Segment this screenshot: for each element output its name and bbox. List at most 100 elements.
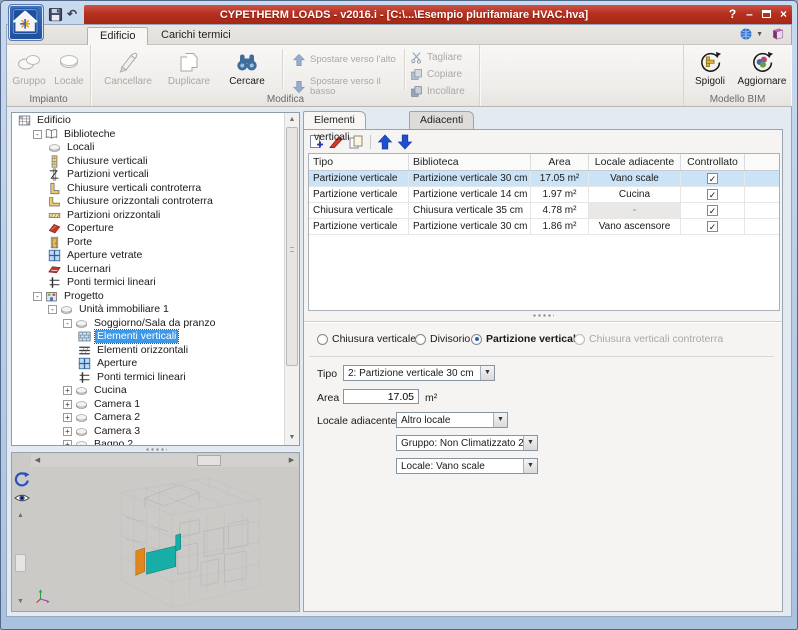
panel-tab-adiacenti[interactable]: Adiacenti [409, 111, 474, 129]
spostare-alto-button[interactable]: Spostare verso l'alto [288, 48, 406, 72]
tree-item-cucina[interactable]: +Cucina [12, 384, 283, 398]
tree-item-camera-3[interactable]: +Camera 3 [12, 425, 283, 439]
tree-item-porte[interactable]: Porte [12, 236, 283, 250]
vano-select[interactable]: Locale: Vano scale ▼ [396, 458, 538, 474]
tree-item-progetto[interactable]: -Progetto [12, 290, 283, 304]
expand-icon[interactable]: + [63, 413, 72, 422]
tree-item-bagno-2[interactable]: +Bagno 2 [12, 438, 283, 445]
area-input[interactable] [343, 389, 419, 404]
controllato-checkbox[interactable] [707, 221, 718, 232]
aggiornare-button[interactable]: Aggiornare [736, 47, 788, 93]
scroll-down-icon[interactable]: ▼ [285, 431, 299, 445]
panel-tab-elementi-verticali[interactable]: Elementi verticali [303, 111, 366, 129]
tree-item-camera-2[interactable]: +Camera 2 [12, 411, 283, 425]
tree-item-chiusure-verticali[interactable]: Chiusure verticali [12, 155, 283, 169]
column-header-blank[interactable] [745, 154, 779, 170]
tree-item-partizioni-verticali[interactable]: Partizioni verticali [12, 168, 283, 182]
tree-item-aperture[interactable]: Aperture [12, 357, 283, 371]
column-header-controllato[interactable]: Controllato [681, 154, 745, 170]
column-header-biblioteca[interactable]: Biblioteca [409, 154, 531, 170]
collapse-icon[interactable]: - [33, 292, 42, 301]
collapse-icon[interactable]: - [48, 305, 57, 314]
viewport-v-scrollbar[interactable]: ▲ ▼ [14, 509, 27, 609]
tree-item-edificio[interactable]: Edificio [12, 114, 283, 128]
tab-carichi-termici[interactable]: Carichi termici [149, 27, 243, 45]
panel-splitter[interactable] [304, 312, 782, 318]
minimize-button[interactable]: – [741, 5, 758, 24]
expand-icon[interactable]: + [63, 386, 72, 395]
scroll-down-icon[interactable]: ▼ [14, 595, 27, 609]
tree-item-ponti-termici-lineari[interactable]: Ponti termici lineari [12, 276, 283, 290]
tree-item-elementi-verticali[interactable]: Elementi verticali [12, 330, 283, 344]
eye-icon[interactable] [14, 490, 30, 506]
help-book-icon[interactable] [771, 27, 785, 41]
building-wireframe-model[interactable] [50, 469, 286, 612]
locale-adiacente-select[interactable]: Altro locale ▼ [396, 412, 508, 428]
controllato-checkbox[interactable] [707, 205, 718, 216]
table-row[interactable]: Chiusura verticaleChiusura verticale 35 … [309, 203, 779, 219]
move-down-icon[interactable] [397, 134, 413, 150]
tree-item-coperture[interactable]: Coperture [12, 222, 283, 236]
move-up-icon[interactable] [377, 134, 393, 150]
app-menu-button[interactable] [8, 4, 44, 41]
radio-divisorio[interactable]: Divisorio [415, 333, 470, 345]
tab-edificio[interactable]: Edificio [87, 27, 148, 45]
viewport-v-thumb[interactable] [15, 554, 26, 572]
tree-item-chiusure-verticali-controterra[interactable]: Chiusure verticali controterra [12, 182, 283, 196]
scroll-up-icon[interactable]: ▲ [14, 509, 27, 523]
globe-icon[interactable] [739, 27, 753, 41]
copiare-button[interactable]: Copiare [410, 67, 482, 82]
tree-item-camera-1[interactable]: +Camera 1 [12, 398, 283, 412]
thermal-icon [78, 371, 91, 384]
column-header-locale-adiacente[interactable]: Locale adiacente [589, 154, 681, 170]
tree-item-unit-immobiliare-1[interactable]: -Unità immobiliare 1 [12, 303, 283, 317]
tree-scroll-thumb[interactable] [286, 127, 298, 366]
spigoli-button[interactable]: Spigoli [688, 47, 732, 93]
tree-item-partizioni-orizzontali[interactable]: Partizioni orizzontali [12, 209, 283, 223]
rotate-icon[interactable] [14, 471, 30, 487]
expand-icon[interactable]: + [63, 427, 72, 436]
gruppo-button[interactable]: Gruppo [10, 47, 48, 93]
maximize-button[interactable] [758, 5, 775, 24]
scroll-up-icon[interactable]: ▲ [285, 113, 299, 127]
expand-icon[interactable]: + [63, 400, 72, 409]
table-row[interactable]: Partizione verticalePartizione verticale… [309, 171, 779, 187]
help-button[interactable]: ? [724, 5, 741, 24]
tagliare-button[interactable]: Tagliare [410, 50, 482, 65]
collapse-icon[interactable]: - [63, 319, 72, 328]
expand-icon[interactable]: + [63, 440, 72, 445]
collapse-icon[interactable]: - [33, 130, 42, 139]
tree-item-soggiorno-sala-da-pranzo[interactable]: -Soggiorno/Sala da pranzo [12, 317, 283, 331]
tree-item-biblioteche[interactable]: -Biblioteche [12, 128, 283, 142]
close-button[interactable]: × [775, 5, 792, 24]
viewport-h-scrollbar[interactable]: ◀ ▶ [31, 454, 298, 467]
controllato-checkbox[interactable] [707, 189, 718, 200]
radio-chiusura-verticale[interactable]: Chiusura verticale [317, 333, 416, 345]
table-row[interactable]: Partizione verticalePartizione verticale… [309, 219, 779, 235]
viewport-h-thumb[interactable] [197, 455, 221, 466]
radio-partizione-verticale[interactable]: Partizione verticale [471, 333, 582, 345]
cercare-button[interactable]: Cercare [220, 47, 274, 93]
copydoc-icon[interactable] [348, 134, 364, 150]
tree-item-aperture-vetrate[interactable]: Aperture vetrate [12, 249, 283, 263]
locale-button[interactable]: Locale [50, 47, 88, 93]
column-header-tipo[interactable]: Tipo [309, 154, 409, 170]
viewport-3d[interactable]: ◀ ▶ ▲ ▼ [11, 452, 300, 612]
column-header-area[interactable]: Area [531, 154, 589, 170]
cancellare-button[interactable]: Cancellare [98, 47, 158, 93]
tree-item-elementi-orizzontali[interactable]: Elementi orizzontali [12, 344, 283, 358]
gruppo-select[interactable]: Gruppo: Non Climatizzato 2 ▼ [396, 435, 538, 451]
tipo-select[interactable]: 2: Partizione verticale 30 cm ▼ [343, 365, 495, 381]
tree-scrollbar[interactable]: ▲ ▼ [284, 113, 299, 445]
tree-item-chiusure-orizzontali-controterra[interactable]: Chiusure orizzontali controterra [12, 195, 283, 209]
scroll-right-icon[interactable]: ▶ [285, 454, 298, 467]
tree-item-ponti-termici-lineari[interactable]: Ponti termici lineari [12, 371, 283, 385]
tree-item-locali[interactable]: Locali [12, 141, 283, 155]
save-icon[interactable] [48, 7, 63, 22]
table-row[interactable]: Partizione verticalePartizione verticale… [309, 187, 779, 203]
tree-item-lucernari[interactable]: Lucernari [12, 263, 283, 277]
undo-icon[interactable] [67, 7, 82, 22]
duplicare-button[interactable]: Duplicare [160, 47, 218, 93]
controllato-checkbox[interactable] [707, 173, 718, 184]
scroll-left-icon[interactable]: ◀ [31, 454, 44, 467]
